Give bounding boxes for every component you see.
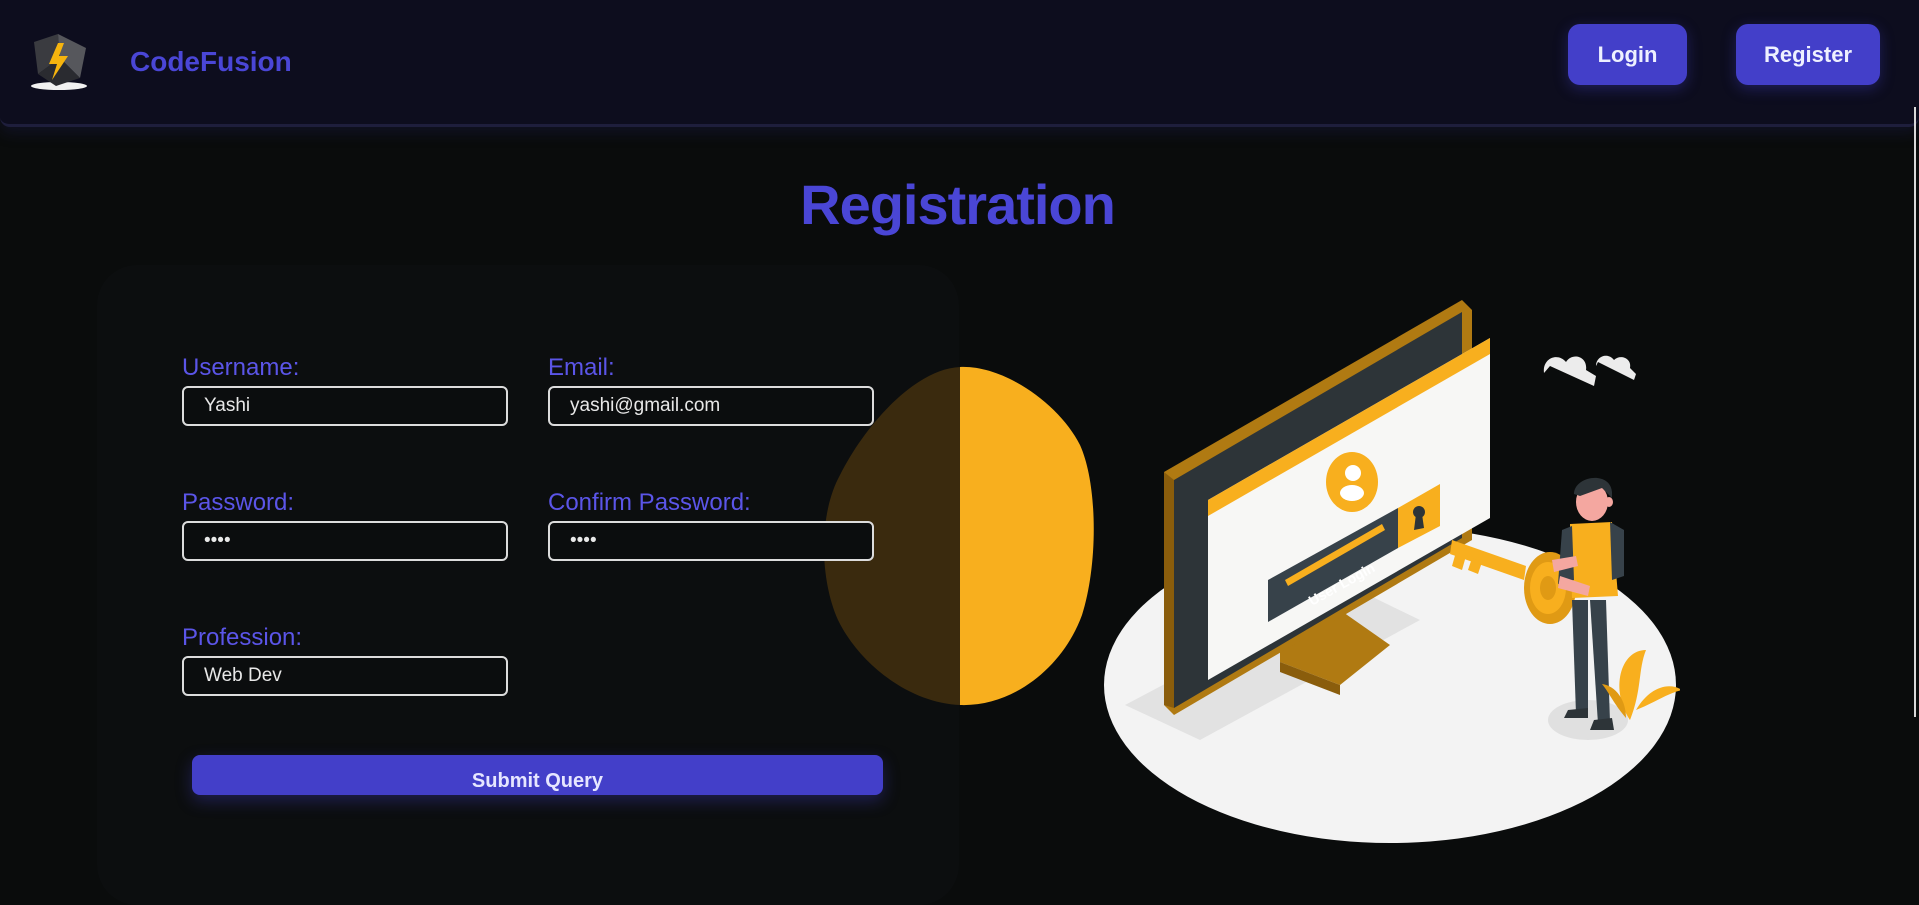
password-input[interactable] <box>182 521 508 561</box>
brand-name[interactable]: CodeFusion <box>130 46 292 78</box>
cloud-icon <box>1543 355 1636 386</box>
profession-input[interactable] <box>182 656 508 696</box>
password-label: Password: <box>182 489 295 516</box>
username-label: Username: <box>182 354 300 381</box>
lightning-bolt-logo-icon[interactable] <box>28 34 90 92</box>
user-login-illustration: User Login <box>1104 300 1680 843</box>
submit-button[interactable]: Submit Query <box>192 755 883 795</box>
page-title: Registration <box>800 173 1116 236</box>
login-button[interactable]: Login <box>1568 24 1687 85</box>
confirm-password-input[interactable] <box>548 521 874 561</box>
navbar: CodeFusion Login Register <box>0 0 1919 127</box>
email-input[interactable] <box>548 386 874 426</box>
register-button[interactable]: Register <box>1736 24 1880 85</box>
confirm-password-label: Confirm Password: <box>548 489 751 516</box>
email-label: Email: <box>548 354 615 381</box>
profession-label: Profession: <box>182 624 303 651</box>
username-input[interactable] <box>182 386 508 426</box>
